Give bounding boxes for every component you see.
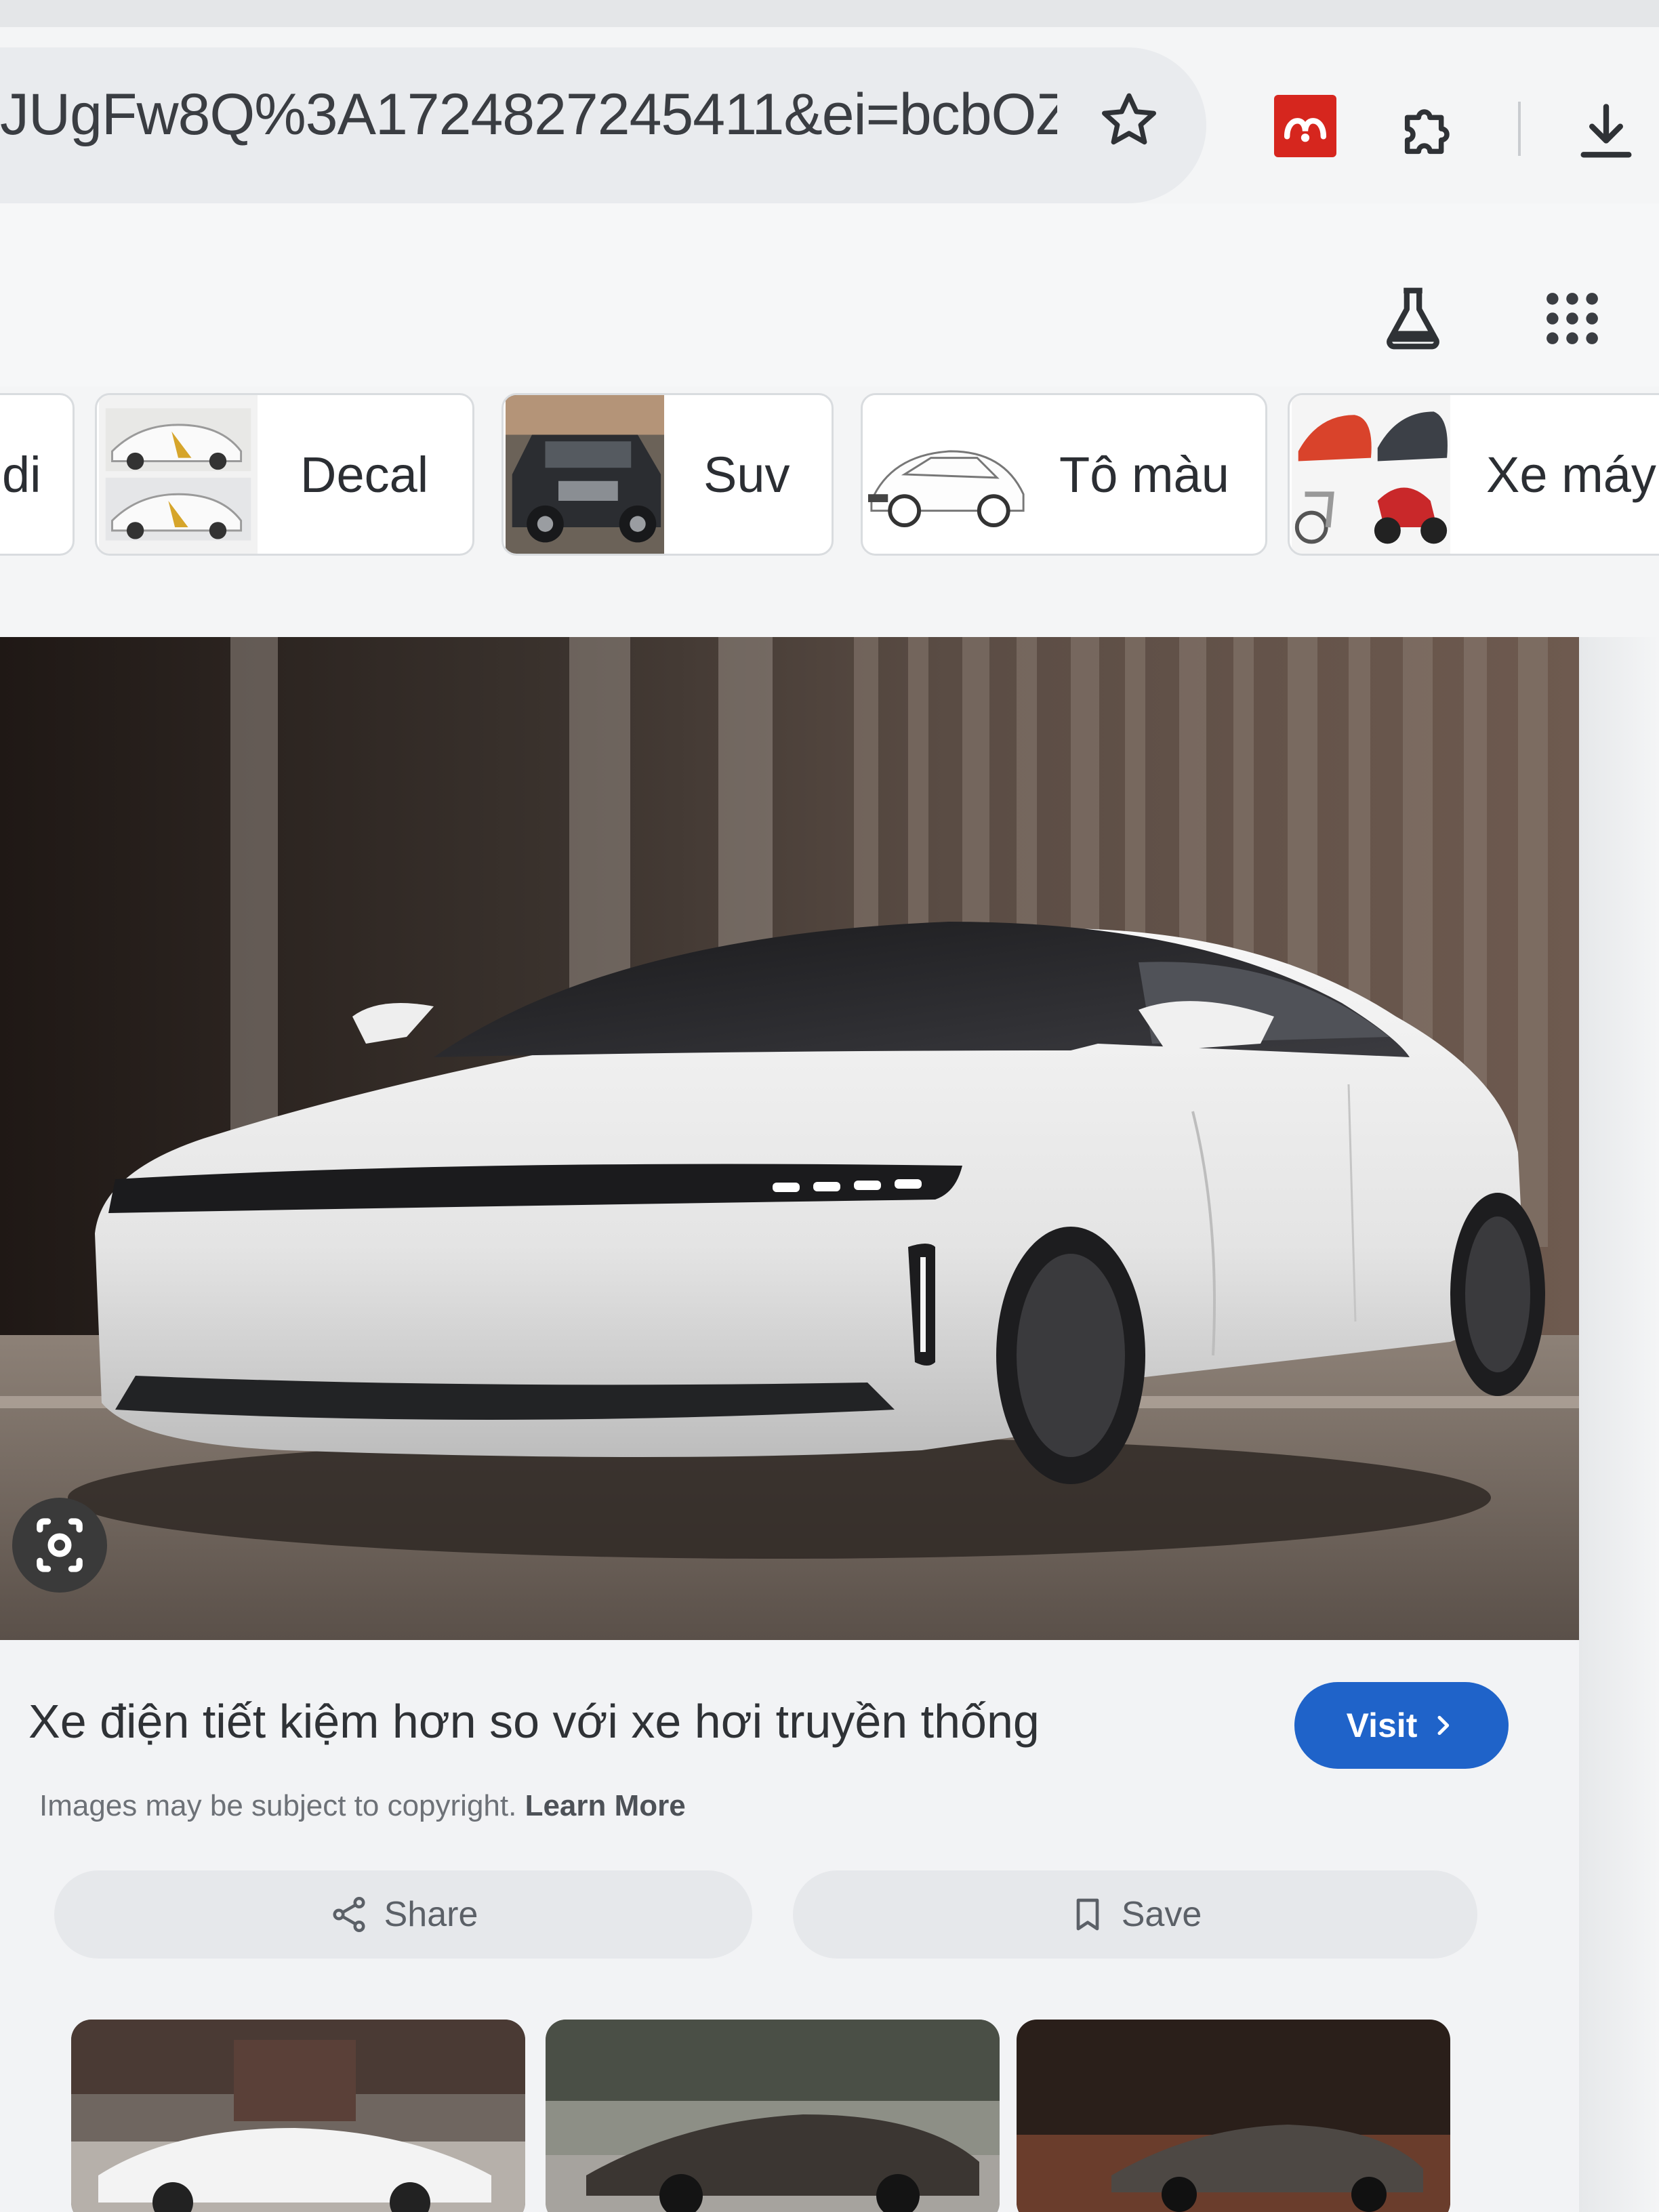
copyright-text: Images may be subject to copyright. — [39, 1789, 517, 1822]
chip-thumbnail — [506, 395, 664, 554]
save-button[interactable]: Save — [793, 1870, 1477, 1959]
related-image[interactable] — [71, 2020, 525, 2212]
chip-di[interactable]: di — [0, 393, 75, 556]
copyright-notice: Images may be subject to copyright. Lear… — [39, 1789, 686, 1823]
chip-thumbnail — [99, 395, 258, 554]
visit-label: Visit — [1346, 1706, 1418, 1744]
browser-page: JUgFw8Q%3A1724827245411&ei=bcbOZqPIG... … — [0, 0, 1659, 2212]
labs-flask-icon[interactable] — [1376, 278, 1450, 359]
chip-label: Xe máy — [1486, 446, 1656, 503]
visit-button[interactable]: Visit — [1294, 1682, 1509, 1769]
chevron-right-icon — [1437, 1715, 1450, 1736]
scroll-edge — [1579, 637, 1659, 2212]
toolbar-separator — [1518, 102, 1521, 156]
related-image[interactable] — [546, 2020, 1000, 2212]
share-label: Share — [384, 1895, 478, 1934]
chip-decal[interactable]: Decal — [95, 393, 474, 556]
related-image[interactable] — [1017, 2020, 1450, 2212]
save-label: Save — [1121, 1895, 1202, 1934]
related-images — [0, 1999, 1579, 2212]
lens-icon — [37, 1518, 83, 1572]
extension-icon[interactable] — [1396, 95, 1464, 163]
chip-to-mau[interactable]: Tô màu — [861, 393, 1267, 556]
star-icon[interactable] — [1097, 88, 1162, 153]
chip-label: di — [2, 446, 41, 503]
url-text[interactable]: JUgFw8Q%3A1724827245411&ei=bcbOZqPIG... — [0, 81, 1057, 148]
google-lens-button[interactable] — [12, 1498, 107, 1593]
mendeley-icon[interactable] — [1274, 95, 1336, 157]
image-caption[interactable]: Xe điện tiết kiệm hơn so với xe hơi truy… — [28, 1694, 1248, 1748]
download-icon[interactable] — [1572, 95, 1640, 169]
chip-label: Tô màu — [1059, 446, 1229, 503]
apps-grid-icon[interactable] — [1538, 285, 1606, 352]
chip-label: Suv — [703, 446, 790, 503]
chip-thumbnail — [1292, 395, 1450, 554]
chip-thumbnail — [865, 395, 1030, 554]
selected-image-electric-car[interactable] — [0, 637, 1579, 1640]
bookmark-icon — [1076, 1898, 1099, 1931]
tab-strip-edge — [0, 0, 1659, 27]
chip-label: Decal — [300, 446, 429, 503]
chip-suv[interactable]: Suv — [501, 393, 834, 556]
share-button[interactable]: Share — [54, 1870, 752, 1959]
related-search-chips: di Decal Suv Tô màu Xe máy — [0, 386, 1659, 576]
share-icon — [333, 1897, 365, 1932]
chip-xe-may[interactable]: Xe máy — [1288, 393, 1659, 556]
learn-more-link[interactable]: Learn More — [525, 1789, 686, 1822]
